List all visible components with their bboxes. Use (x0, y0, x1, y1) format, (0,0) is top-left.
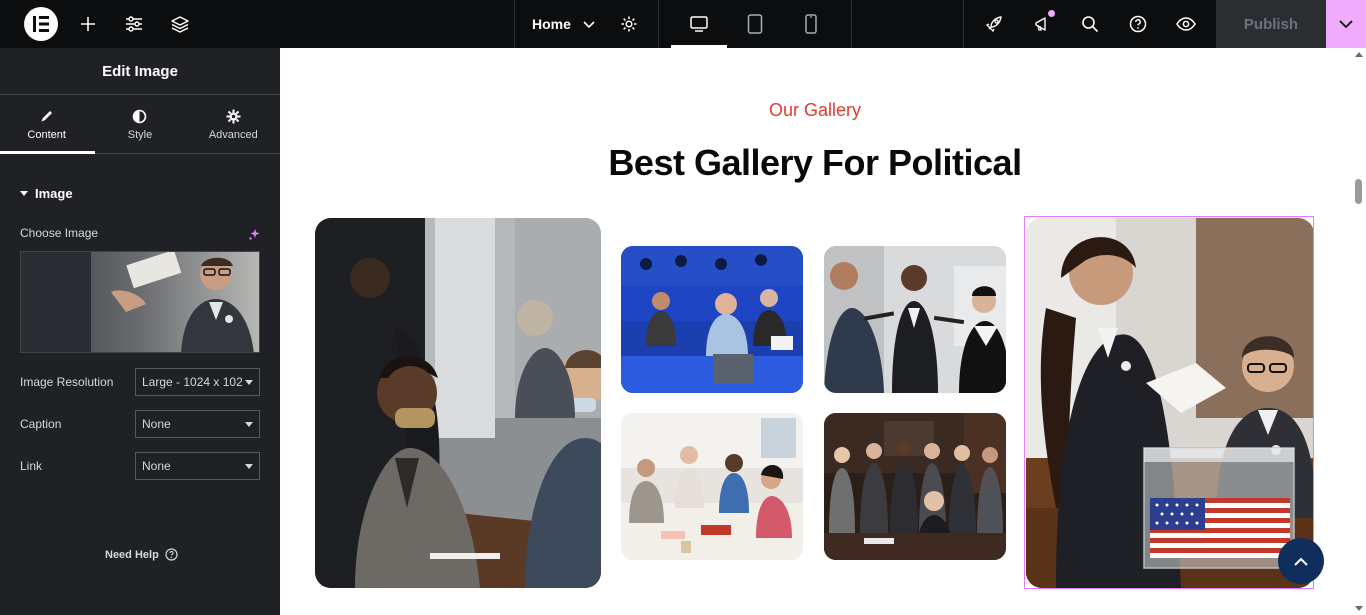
caption-label: Caption (20, 417, 62, 431)
flag-icon (1150, 498, 1290, 558)
top-toolbar: Home Publish (0, 0, 1366, 48)
scrollbar-thumb[interactable] (1355, 179, 1362, 204)
need-help-link[interactable]: Need Help (105, 548, 178, 561)
section-image-toggle[interactable]: Image (20, 186, 73, 201)
pencil-icon (40, 107, 54, 125)
image-resolution-select[interactable]: Large - 1024 x 1024 (135, 368, 260, 396)
tab-content-label: Content (27, 129, 66, 141)
caption-select[interactable]: None (135, 410, 260, 438)
rocket-icon[interactable] (984, 0, 1004, 48)
caret-down-icon (245, 422, 253, 427)
section-title: Image (35, 186, 73, 201)
panel-tabs: Content Style Advanced (0, 95, 280, 154)
toolbar-divider (963, 0, 964, 48)
mobile-icon[interactable] (801, 0, 821, 48)
gallery-image-ballot-box[interactable] (1026, 218, 1314, 588)
gallery-image-meeting[interactable] (315, 218, 601, 588)
layers-icon[interactable] (170, 0, 190, 48)
chevron-down-icon (1339, 19, 1353, 28)
gallery-heading: Best Gallery For Political (608, 142, 1022, 183)
scroll-up-arrow-icon[interactable] (1355, 52, 1363, 57)
image-resolution-label: Image Resolution (20, 375, 114, 389)
choose-image-label: Choose Image (20, 226, 99, 240)
help-icon (165, 548, 178, 561)
elementor-logo-icon[interactable] (24, 7, 58, 41)
sliders-icon[interactable] (124, 0, 144, 48)
gear-icon[interactable] (618, 0, 640, 48)
add-icon[interactable] (78, 0, 98, 48)
caret-down-icon (245, 464, 253, 469)
image-preview-thumbnail[interactable] (20, 251, 260, 353)
page-selector[interactable]: Home (532, 0, 595, 48)
tab-style-label: Style (127, 129, 153, 141)
gallery-image-group-portrait[interactable] (824, 413, 1006, 560)
link-label: Link (20, 459, 43, 473)
toolbar-divider (851, 0, 852, 48)
page-canvas: Our Gallery Best Gallery For Political (280, 48, 1352, 615)
chevron-up-icon (1294, 557, 1308, 566)
tab-style[interactable]: Style (93, 95, 186, 153)
gear-icon (226, 107, 241, 125)
ai-sparkle-icon[interactable] (248, 228, 261, 246)
link-value: None (142, 459, 171, 473)
half-circle-icon (132, 107, 147, 125)
image-resolution-value: Large - 1024 x 1024 (142, 375, 242, 389)
page-name: Home (532, 16, 571, 32)
need-help-label: Need Help (105, 548, 159, 561)
desktop-icon[interactable] (689, 0, 709, 48)
caret-down-icon (245, 380, 253, 385)
caption-value: None (142, 417, 171, 431)
caret-down-icon (20, 191, 28, 196)
publish-button[interactable]: Publish (1216, 0, 1326, 48)
active-tab-indicator (0, 151, 95, 154)
toolbar-divider (514, 0, 515, 48)
tab-content[interactable]: Content (0, 95, 93, 153)
tab-advanced-label: Advanced (208, 129, 258, 141)
image-preview (21, 252, 259, 352)
link-select[interactable]: None (135, 452, 260, 480)
help-icon[interactable] (1128, 0, 1148, 48)
back-to-top-button[interactable] (1278, 538, 1324, 584)
notification-badge (1048, 10, 1055, 17)
editor-panel: Edit Image Content Style Advanced Image … (0, 48, 280, 615)
gallery-image-auditorium[interactable] (621, 246, 803, 393)
toolbar-divider (658, 0, 659, 48)
gallery-image-team-discussion[interactable] (621, 413, 803, 560)
publish-options-button[interactable] (1326, 0, 1366, 48)
chevron-down-icon (583, 16, 595, 32)
preview-eye-icon[interactable] (1176, 0, 1196, 48)
gallery-subtitle: Our Gallery (768, 100, 862, 120)
scroll-down-arrow-icon[interactable] (1355, 606, 1363, 611)
canvas-scrollbar[interactable] (1352, 48, 1366, 615)
notifications-icon[interactable] (1032, 0, 1052, 48)
tablet-icon[interactable] (745, 0, 765, 48)
tab-advanced[interactable]: Advanced (187, 95, 280, 153)
gallery-image-press-interview[interactable] (824, 246, 1006, 393)
search-icon[interactable] (1080, 0, 1100, 48)
panel-title: Edit Image (0, 48, 280, 95)
